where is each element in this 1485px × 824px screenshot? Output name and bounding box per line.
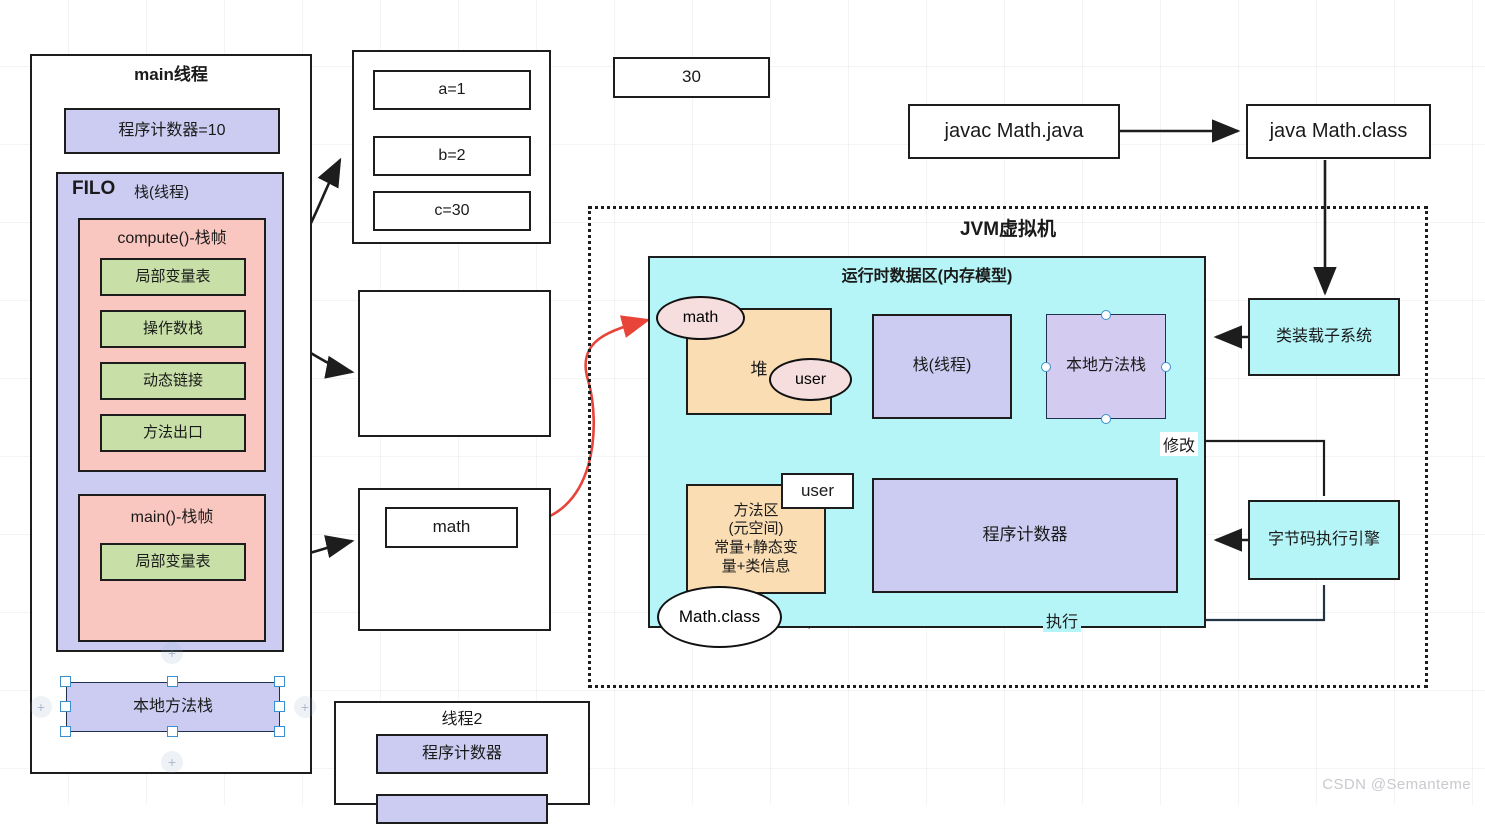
compute-slot-dynamic-link-label: 动态链接 — [142, 372, 203, 390]
result-label: 30 — [682, 67, 701, 87]
heap-object-user[interactable]: user — [769, 358, 852, 401]
heap-object-user-label: user — [794, 370, 827, 388]
operand-stack-box[interactable] — [358, 290, 551, 437]
add-shape-top-icon[interactable]: + — [161, 642, 183, 664]
compute-slot-local-vars-label: 局部变量表 — [135, 268, 211, 286]
runtime-data-area-title: 运行时数据区(内存模型) — [841, 268, 1013, 285]
jvm-selection-handle-w[interactable] — [1041, 362, 1051, 372]
selection-handle-n[interactable] — [167, 676, 178, 687]
compute-slot-operand-stack[interactable]: 操作数栈 — [100, 310, 246, 348]
selection-handle-w[interactable] — [60, 701, 71, 712]
locals-row-a[interactable]: a=1 — [373, 70, 531, 110]
thread2-pc-label: 程序计数器 — [421, 744, 502, 762]
execution-engine-label: 字节码执行引擎 — [1267, 530, 1380, 548]
user-callout-box[interactable]: user — [781, 473, 854, 509]
user-callout-label: user — [800, 480, 835, 500]
main-frame-slot-local-vars-label: 局部变量表 — [135, 553, 211, 571]
javac-command-label: javac Math.java — [944, 119, 1084, 142]
compute-slot-operand-stack-label: 操作数栈 — [142, 320, 203, 338]
heap-object-math-label: math — [682, 309, 719, 326]
jvm-selection-handle-s[interactable] — [1101, 414, 1111, 424]
main-thread-native-stack-box[interactable]: 本地方法栈 — [66, 682, 280, 732]
class-loader-box[interactable]: 类装载子系统 — [1248, 298, 1400, 376]
compute-slot-method-exit[interactable]: 方法出口 — [100, 414, 246, 452]
selection-handle-e[interactable] — [274, 701, 285, 712]
jvm-selection-handle-n[interactable] — [1101, 310, 1111, 320]
jvm-title: JVM虚拟机 — [959, 219, 1057, 240]
math-class-label: Math.class — [678, 607, 761, 626]
vm-stack-label: 栈(线程) — [912, 357, 972, 375]
execution-engine-box[interactable]: 字节码执行引擎 — [1248, 500, 1400, 580]
main-thread-pc-box[interactable]: 程序计数器=10 — [64, 108, 280, 154]
locals-row-c[interactable]: c=30 — [373, 191, 531, 231]
add-shape-left-icon[interactable]: + — [30, 696, 52, 718]
add-shape-bottom-icon[interactable]: + — [161, 751, 183, 773]
main-thread-pc-label: 程序计数器=10 — [118, 121, 226, 139]
edge-label-modify: 修改 — [1160, 432, 1199, 456]
thread2-title: 线程2 — [441, 711, 483, 728]
locals-row-b-label: b=2 — [438, 146, 466, 164]
java-command-box[interactable]: java Math.class — [1246, 104, 1431, 159]
thread2-next-box[interactable] — [376, 794, 548, 824]
thread2-pc-box[interactable]: 程序计数器 — [376, 734, 548, 774]
jvm-native-method-stack-box[interactable]: 本地方法栈 — [1046, 314, 1166, 419]
locals-row-b[interactable]: b=2 — [373, 136, 531, 176]
compute-slot-local-vars[interactable]: 局部变量表 — [100, 258, 246, 296]
main-frame-slot-local-vars[interactable]: 局部变量表 — [100, 543, 246, 581]
main-thread-native-stack-label: 本地方法栈 — [132, 697, 213, 715]
pc-register-box[interactable]: 程序计数器 — [872, 478, 1178, 593]
add-shape-right-icon[interactable]: + — [294, 696, 316, 718]
java-command-label: java Math.class — [1269, 119, 1408, 142]
selection-handle-s[interactable] — [167, 726, 178, 737]
math-ref-box[interactable]: math — [385, 507, 518, 548]
selection-handle-se[interactable] — [274, 726, 285, 737]
jvm-selection-handle-e[interactable] — [1161, 362, 1171, 372]
stack-filo-label: FILO — [72, 178, 116, 199]
main-frame-title: main()-栈帧 — [130, 509, 214, 526]
selection-handle-ne[interactable] — [274, 676, 285, 687]
compute-frame-title: compute()-栈帧 — [117, 230, 227, 247]
locals-row-a-label: a=1 — [438, 80, 466, 98]
pc-register-label: 程序计数器 — [982, 525, 1068, 545]
selection-handle-nw[interactable] — [60, 676, 71, 687]
math-ref-label: math — [432, 517, 471, 537]
compute-slot-method-exit-label: 方法出口 — [142, 424, 203, 442]
vm-stack-box[interactable]: 栈(线程) — [872, 314, 1012, 419]
jvm-native-method-stack-label: 本地方法栈 — [1065, 357, 1146, 375]
compute-slot-dynamic-link[interactable]: 动态链接 — [100, 362, 246, 400]
method-area-label: 方法区 (元空间) 常量+静态变 量+类信息 — [714, 501, 798, 575]
class-loader-label: 类装载子系统 — [1275, 327, 1372, 345]
result-box[interactable]: 30 — [613, 57, 770, 98]
locals-row-c-label: c=30 — [434, 201, 470, 219]
watermark: CSDN @Semanteme — [1322, 776, 1471, 793]
stack-thread-label: 栈(线程) — [134, 184, 189, 201]
edge-label-execute: 执行 — [1043, 608, 1082, 632]
heap-object-math[interactable]: math — [656, 296, 745, 340]
main-thread-title: main线程 — [134, 65, 208, 84]
javac-command-box[interactable]: javac Math.java — [908, 104, 1120, 159]
math-class-ellipse[interactable]: Math.class — [657, 586, 782, 648]
selection-handle-sw[interactable] — [60, 726, 71, 737]
